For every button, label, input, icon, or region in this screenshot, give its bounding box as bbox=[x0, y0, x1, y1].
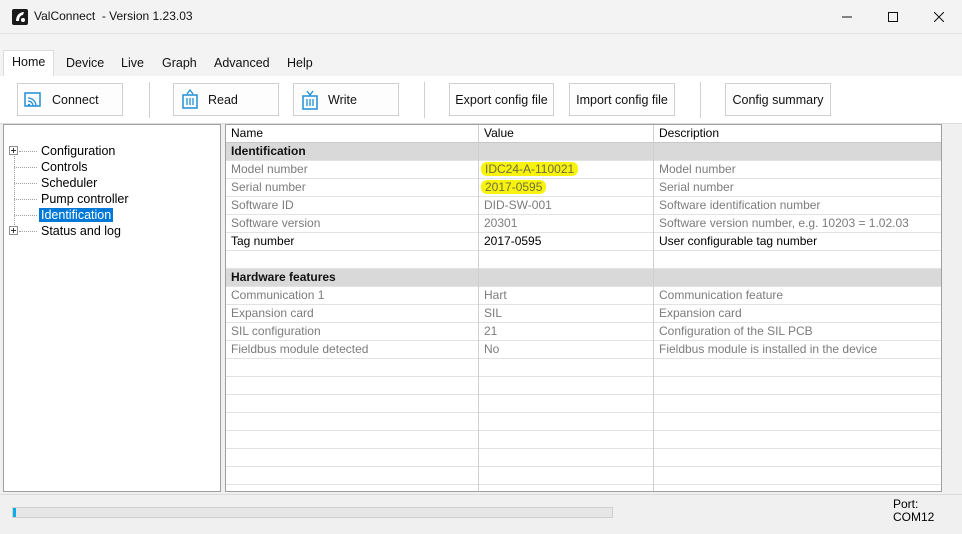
table-row[interactable]: Serial number 2017-0595 Serial number bbox=[226, 179, 941, 197]
table-row[interactable]: SIL configuration 21 Configuration of th… bbox=[226, 323, 941, 341]
title-bar: ValConnect - Version 1.23.03 bbox=[0, 0, 962, 34]
tree-connector bbox=[14, 183, 37, 184]
table-row[interactable]: Software version 20301 Software version … bbox=[226, 215, 941, 233]
toolbar: Connect Read Write Export config file Im… bbox=[0, 76, 962, 124]
property-grid: Name Value Description Identification Mo… bbox=[225, 124, 942, 492]
tree-connector bbox=[14, 215, 37, 216]
navigation-tree: Configuration Controls Scheduler Pump co… bbox=[3, 124, 221, 492]
tree-connector bbox=[19, 151, 37, 152]
tab-graph[interactable]: Graph bbox=[154, 52, 205, 76]
close-button[interactable] bbox=[916, 0, 962, 34]
maximize-button[interactable] bbox=[870, 0, 916, 34]
tag-number-input[interactable]: 2017-0595 bbox=[479, 233, 653, 251]
table-row bbox=[226, 251, 941, 269]
table-row bbox=[226, 377, 941, 395]
tree-item-pump-controller[interactable]: Pump controller bbox=[39, 191, 131, 207]
table-row[interactable]: Software ID DID-SW-001 Software identifi… bbox=[226, 197, 941, 215]
tab-live[interactable]: Live bbox=[113, 52, 152, 76]
table-row[interactable]: Fieldbus module detected No Fieldbus mod… bbox=[226, 341, 941, 359]
section-row-hardware-features: Hardware features bbox=[226, 269, 941, 287]
read-label: Read bbox=[208, 92, 238, 107]
tree-connector bbox=[14, 167, 37, 168]
tab-device[interactable]: Device bbox=[58, 52, 112, 76]
menu-bar: Home Device Live Graph Advanced Help bbox=[0, 34, 962, 76]
progress-fill bbox=[13, 508, 16, 517]
expand-configuration-icon[interactable] bbox=[9, 146, 18, 155]
section-row-identification: Identification bbox=[226, 143, 941, 161]
write-icon bbox=[302, 90, 318, 110]
connect-label: Connect bbox=[52, 92, 99, 107]
expand-status-and-log-icon[interactable] bbox=[9, 226, 18, 235]
table-row bbox=[226, 431, 941, 449]
export-config-button[interactable]: Export config file bbox=[449, 83, 554, 116]
import-config-button[interactable]: Import config file bbox=[569, 83, 675, 116]
tree-item-scheduler[interactable]: Scheduler bbox=[39, 175, 99, 191]
tree-item-controls[interactable]: Controls bbox=[39, 159, 90, 175]
status-bar: Port: COM12 bbox=[0, 494, 962, 534]
table-row bbox=[226, 467, 941, 485]
minimize-icon bbox=[842, 16, 852, 18]
config-summary-button[interactable]: Config summary bbox=[725, 83, 831, 116]
write-button[interactable]: Write bbox=[293, 83, 399, 116]
table-row[interactable]: Communication 1 Hart Communication featu… bbox=[226, 287, 941, 305]
tab-help[interactable]: Help bbox=[279, 52, 321, 76]
tree-item-configuration[interactable]: Configuration bbox=[39, 143, 117, 159]
highlighted-value: 2017-0595 bbox=[481, 180, 547, 194]
toolbar-divider bbox=[424, 82, 425, 118]
table-row[interactable]: Tag number 2017-0595 User configurable t… bbox=[226, 233, 941, 251]
table-row bbox=[226, 395, 941, 413]
tab-advanced[interactable]: Advanced bbox=[206, 52, 278, 76]
column-divider[interactable] bbox=[478, 125, 479, 491]
minimize-button[interactable] bbox=[824, 0, 870, 34]
progress-bar bbox=[12, 507, 613, 518]
table-row bbox=[226, 359, 941, 377]
port-value: COM12 bbox=[893, 510, 935, 524]
toolbar-divider bbox=[149, 82, 150, 118]
window-title: ValConnect - Version 1.23.03 bbox=[34, 9, 193, 23]
tree-connector bbox=[19, 231, 37, 232]
connect-button[interactable]: Connect bbox=[17, 83, 123, 116]
read-icon bbox=[182, 88, 198, 109]
column-header-name[interactable]: Name bbox=[226, 125, 478, 143]
table-row[interactable]: Model number IDC24-A-110021 Model number bbox=[226, 161, 941, 179]
tree-connector bbox=[14, 199, 37, 200]
table-row bbox=[226, 413, 941, 431]
column-header-description[interactable]: Description bbox=[654, 125, 941, 143]
table-row[interactable]: Expansion card SIL Expansion card bbox=[226, 305, 941, 323]
grid-header-row: Name Value Description bbox=[226, 125, 941, 143]
column-header-value[interactable]: Value bbox=[479, 125, 653, 143]
connect-icon bbox=[24, 91, 41, 107]
tab-home[interactable]: Home bbox=[3, 50, 55, 76]
tree-item-status-and-log[interactable]: Status and log bbox=[39, 223, 123, 239]
close-icon bbox=[934, 12, 944, 22]
read-button[interactable]: Read bbox=[173, 83, 279, 116]
app-logo-icon bbox=[12, 9, 28, 25]
table-row bbox=[226, 449, 941, 467]
maximize-icon bbox=[888, 12, 898, 22]
tree-item-identification[interactable]: Identification bbox=[39, 207, 114, 223]
column-divider[interactable] bbox=[653, 125, 654, 491]
tree-connector bbox=[14, 151, 15, 231]
write-label: Write bbox=[328, 92, 357, 107]
toolbar-divider bbox=[700, 82, 701, 118]
highlighted-value: IDC24-A-110021 bbox=[481, 162, 579, 176]
